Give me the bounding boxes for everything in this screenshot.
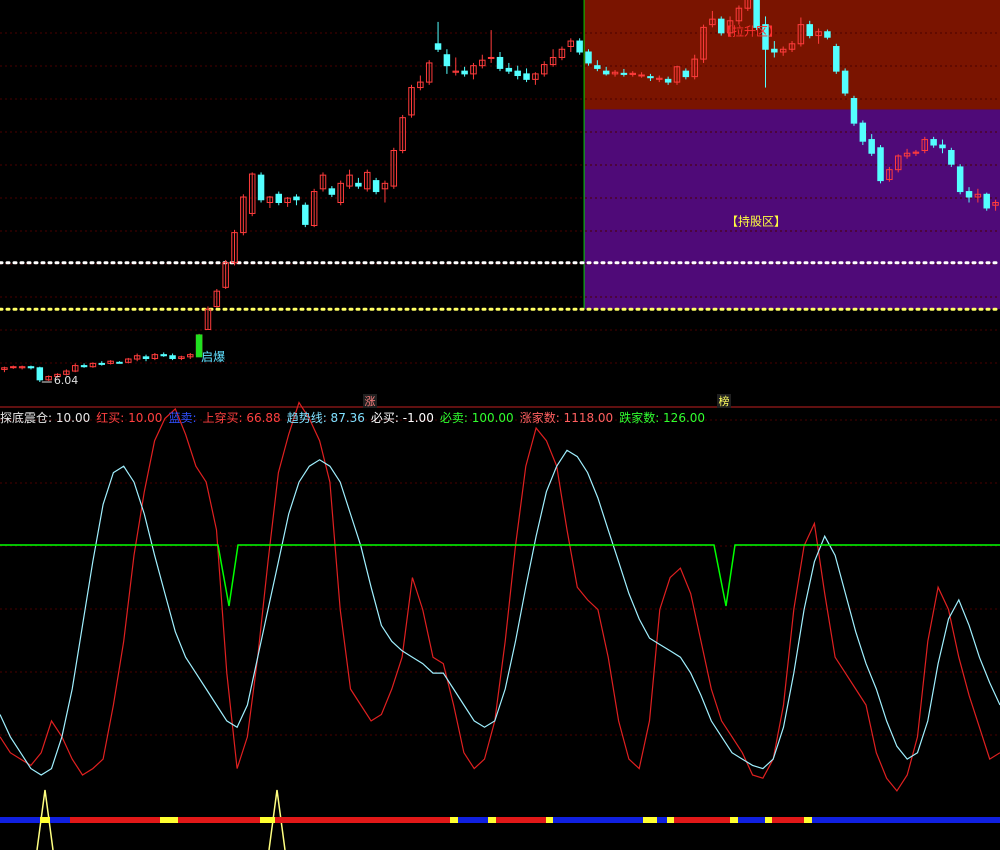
signal-bar-segment — [553, 817, 643, 823]
candle-body — [576, 40, 583, 53]
signal-bar-segment — [40, 817, 50, 823]
candle-body — [487, 56, 495, 59]
candle-body — [523, 73, 530, 80]
candle-body — [833, 46, 840, 72]
legend-item: 必卖: 100.00 — [439, 411, 514, 425]
pull-zone — [584, 0, 1000, 110]
candle-body — [647, 76, 654, 79]
signal-bar-segment — [804, 817, 812, 823]
candle-body — [116, 361, 123, 364]
candle-body — [505, 67, 513, 72]
candle-body — [594, 65, 601, 69]
candle-body — [142, 356, 150, 359]
candle-body — [602, 70, 610, 75]
signal-bar-segment — [643, 817, 657, 823]
signal-bar-segment — [458, 817, 488, 823]
signal-bar-segment — [450, 817, 458, 823]
red-indicator-line — [0, 401, 1000, 792]
candle-body — [10, 366, 17, 369]
burst-label: 启爆 — [201, 350, 225, 364]
legend-item: 必买: -1.00 — [370, 411, 434, 425]
candle-body — [275, 193, 283, 204]
legend-item: 探底震仓: 10.00 — [0, 411, 91, 425]
candle-body — [585, 51, 592, 64]
green-signal-line — [0, 544, 1000, 607]
candle-body — [859, 122, 867, 142]
candle-body — [372, 180, 380, 193]
candle-body — [948, 150, 955, 165]
signal-bar-segment — [657, 817, 667, 823]
candle-body — [771, 48, 778, 53]
hold-zone-label: 【持股区】 — [726, 214, 786, 229]
candle-body — [638, 74, 645, 77]
signal-bar-segment — [160, 817, 178, 823]
marker-rank: 榜 — [719, 394, 730, 408]
signal-bar-segment — [488, 817, 496, 823]
candle-body — [983, 193, 990, 209]
low-price-label: 6.04 — [54, 374, 79, 387]
signal-bar-segment — [765, 817, 772, 823]
signal-bar-segment — [178, 817, 260, 823]
candle-body — [850, 98, 858, 124]
candle-body — [824, 31, 831, 38]
candle-body — [355, 182, 362, 187]
candle-body — [257, 174, 265, 201]
candle-body — [956, 166, 964, 193]
candle-body — [965, 191, 973, 198]
marker-rise: 涨 — [365, 395, 376, 408]
indicator-legend: 探底震仓: 10.00 红买: 10.00 蓝卖: 上穿买: 66.88 趋势线: 87… — [0, 409, 711, 427]
signal-bar-segment — [738, 817, 765, 823]
candle-body — [293, 196, 300, 201]
legend-item: 跌家数: 126.00 — [619, 411, 706, 425]
candle-body — [939, 144, 946, 149]
signal-bar-segment — [0, 817, 40, 823]
candle-body — [806, 24, 813, 37]
candle-body — [620, 72, 628, 75]
cyan-indicator-line — [0, 449, 1000, 776]
candle-body — [514, 70, 521, 77]
candle-body — [160, 354, 167, 357]
signal-bar-segment — [772, 817, 804, 823]
signal-bar-segment — [812, 817, 1000, 823]
candle-body — [443, 54, 451, 67]
candle-body — [27, 366, 35, 369]
legend-item: 趋势线: 87.36 — [286, 411, 365, 425]
hold-zone — [584, 109, 1000, 310]
candle-body — [80, 365, 88, 368]
candle-body — [753, 0, 760, 28]
candle-body — [682, 70, 690, 78]
candle-body — [169, 355, 176, 359]
legend-item: 红买: 10.00 — [96, 411, 163, 425]
candle-body — [496, 56, 504, 69]
candle-body — [461, 70, 468, 75]
candle-body — [434, 43, 442, 50]
legend-item: 上穿买: 66.88 — [202, 411, 281, 425]
signal-bar-segment — [546, 817, 553, 823]
signal-bar-segment — [50, 817, 70, 823]
candle-body — [841, 70, 849, 94]
legend-item: 蓝卖: — [168, 411, 197, 425]
candle-body — [930, 139, 937, 146]
signal-bar-segment — [275, 817, 450, 823]
signal-bar-segment — [70, 817, 160, 823]
candle-body — [328, 188, 336, 195]
candle-body — [302, 204, 309, 225]
candle-body — [36, 367, 44, 381]
candle-body — [877, 147, 884, 182]
signal-bar-segment — [674, 817, 730, 823]
signal-bar-segment — [667, 817, 674, 823]
candle-body — [98, 362, 106, 365]
signal-bar-segment — [496, 817, 546, 823]
signal-bar-segment — [730, 817, 738, 823]
candle-body — [664, 78, 672, 83]
legend-item: 涨家数: 1118.00 — [519, 411, 614, 425]
candle-body — [868, 139, 875, 154]
pull-zone-label: 【拉升区】 — [720, 24, 780, 39]
signal-bar-segment — [260, 817, 275, 823]
